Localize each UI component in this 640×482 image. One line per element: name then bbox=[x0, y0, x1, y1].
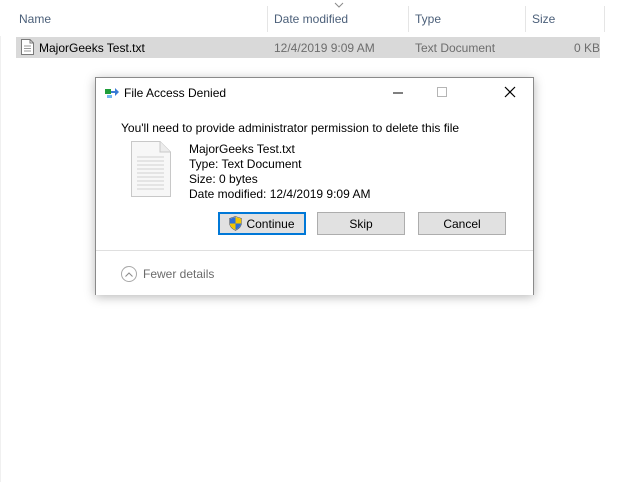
cancel-button[interactable]: Cancel bbox=[418, 212, 506, 235]
cancel-button-label: Cancel bbox=[443, 216, 481, 231]
fewer-details-toggle[interactable]: Fewer details bbox=[121, 266, 214, 282]
chevron-up-icon bbox=[121, 266, 137, 282]
column-size[interactable]: Size bbox=[532, 12, 555, 26]
detail-file-type: Type: Text Document bbox=[189, 157, 302, 171]
continue-button[interactable]: Continue bbox=[218, 212, 306, 235]
file-date-modified: 12/4/2019 9:09 AM bbox=[274, 41, 375, 55]
pane-border bbox=[0, 36, 1, 482]
close-button[interactable] bbox=[485, 78, 531, 107]
column-type[interactable]: Type bbox=[415, 12, 441, 26]
fewer-details-label: Fewer details bbox=[143, 267, 215, 281]
dialog-message: You'll need to provide administrator per… bbox=[121, 121, 460, 135]
text-document-icon bbox=[21, 39, 34, 55]
file-name: MajorGeeks Test.txt bbox=[39, 41, 145, 55]
minimize-icon bbox=[393, 92, 403, 94]
file-type: Text Document bbox=[415, 41, 496, 55]
column-divider[interactable] bbox=[525, 6, 526, 32]
column-date-modified[interactable]: Date modified bbox=[274, 12, 348, 26]
detail-file-size: Size: 0 bytes bbox=[189, 172, 258, 186]
sort-chevron-icon bbox=[334, 2, 344, 8]
file-size: 0 KB bbox=[574, 41, 601, 55]
column-divider[interactable] bbox=[267, 6, 268, 32]
maximize-button[interactable] bbox=[419, 78, 465, 107]
file-move-icon bbox=[105, 88, 119, 98]
dialog-footer: Fewer details bbox=[96, 250, 533, 295]
detail-file-name: MajorGeeks Test.txt bbox=[189, 142, 295, 156]
skip-button-label: Skip bbox=[349, 216, 373, 231]
maximize-icon bbox=[437, 87, 447, 97]
column-divider[interactable] bbox=[408, 6, 409, 32]
file-details: MajorGeeks Test.txt Type: Text Document … bbox=[189, 142, 370, 202]
column-divider[interactable] bbox=[604, 6, 605, 32]
dialog-title: File Access Denied bbox=[124, 86, 227, 100]
skip-button[interactable]: Skip bbox=[317, 212, 405, 235]
continue-button-label: Continue bbox=[246, 216, 295, 231]
text-document-icon bbox=[131, 141, 171, 197]
column-header-bar: Name Date modified Type Size bbox=[0, 0, 606, 36]
minimize-button[interactable] bbox=[375, 78, 421, 107]
dialog-titlebar[interactable]: File Access Denied bbox=[96, 78, 533, 107]
detail-date-modified: Date modified: 12/4/2019 9:09 AM bbox=[189, 187, 371, 201]
file-row[interactable]: MajorGeeks Test.txt 12/4/2019 9:09 AM Te… bbox=[16, 37, 600, 58]
file-access-denied-dialog: File Access Denied You'll need to provid… bbox=[95, 77, 534, 295]
column-name[interactable]: Name bbox=[19, 12, 51, 26]
close-icon bbox=[504, 86, 516, 98]
uac-shield-icon bbox=[229, 216, 243, 231]
